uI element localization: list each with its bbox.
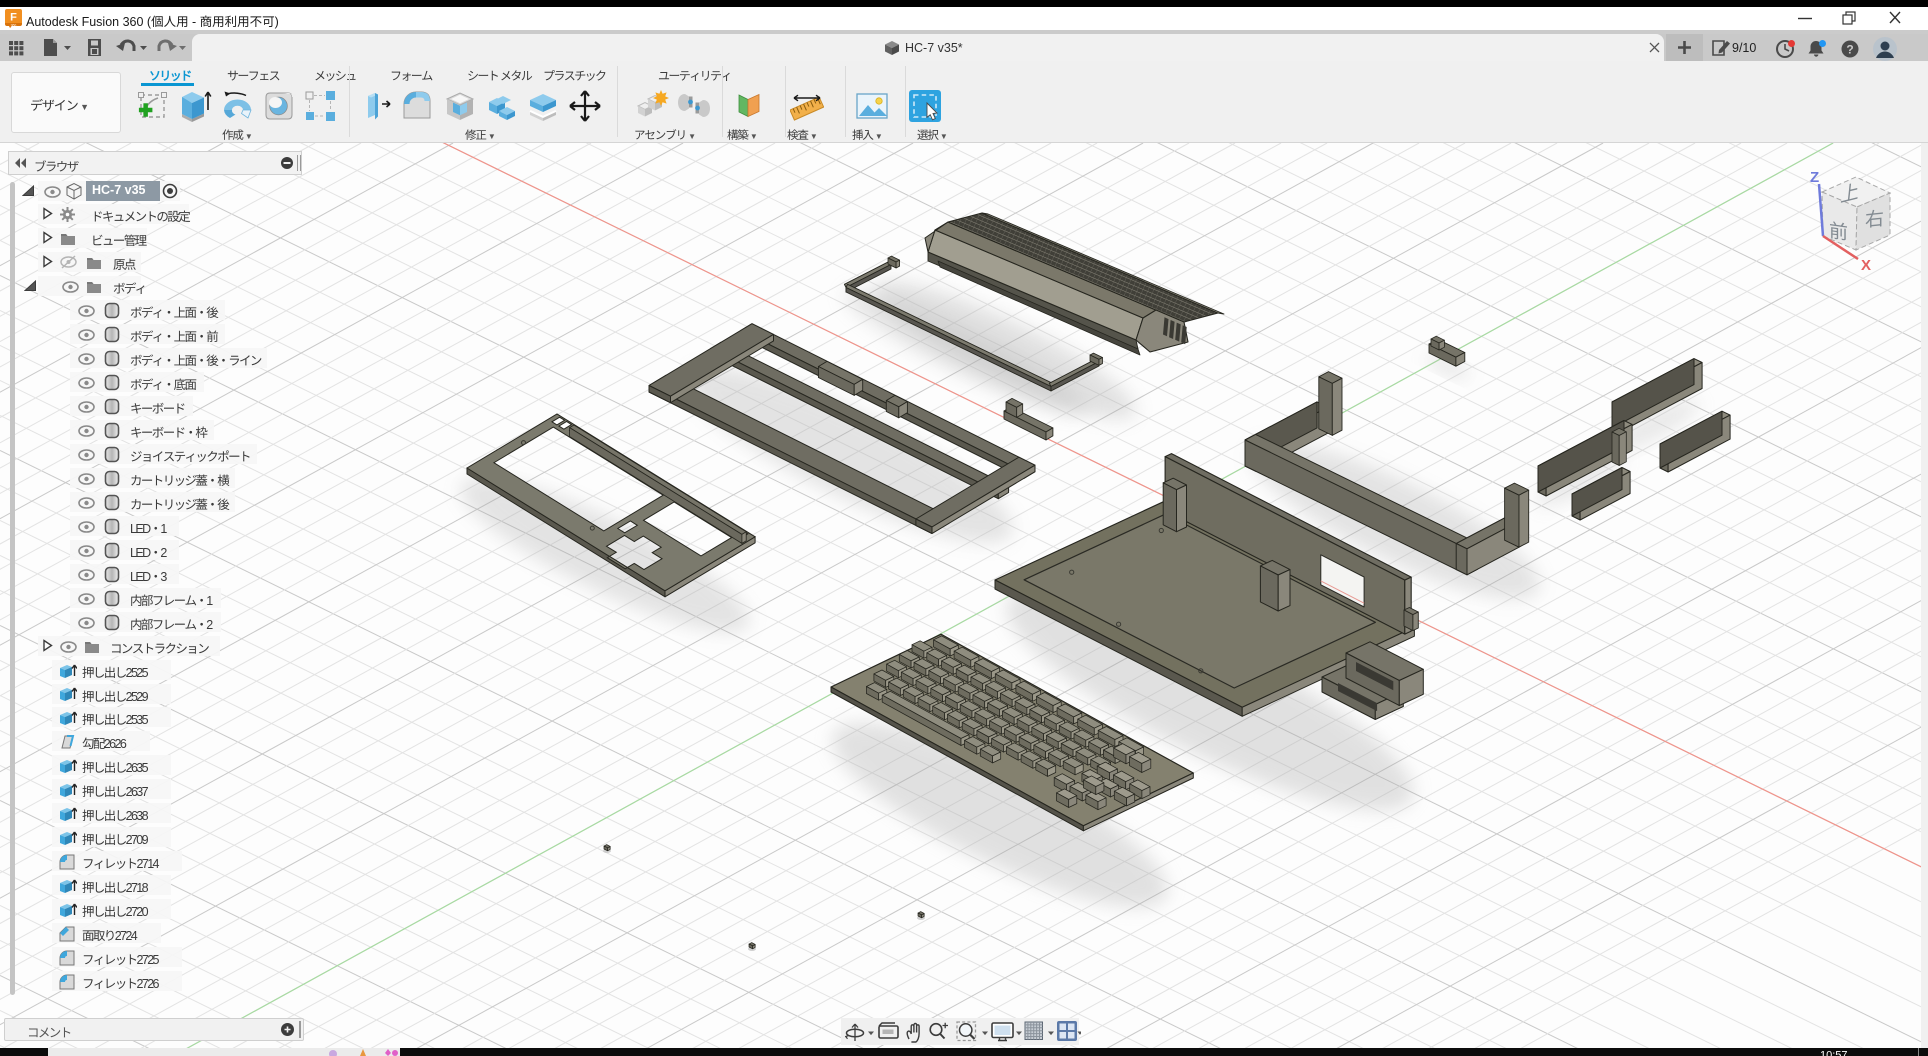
- svg-text:右: 右: [1865, 204, 1884, 233]
- svg-text:上: 上: [1839, 174, 1861, 208]
- svg-text:F: F: [10, 12, 17, 24]
- svg-text:Z: Z: [1810, 169, 1819, 186]
- svg-text:360: 360: [11, 23, 17, 27]
- svg-text:10:57: 10:57: [1820, 1050, 1848, 1056]
- svg-text:?: ?: [1846, 43, 1853, 57]
- svg-text:X: X: [1861, 257, 1871, 274]
